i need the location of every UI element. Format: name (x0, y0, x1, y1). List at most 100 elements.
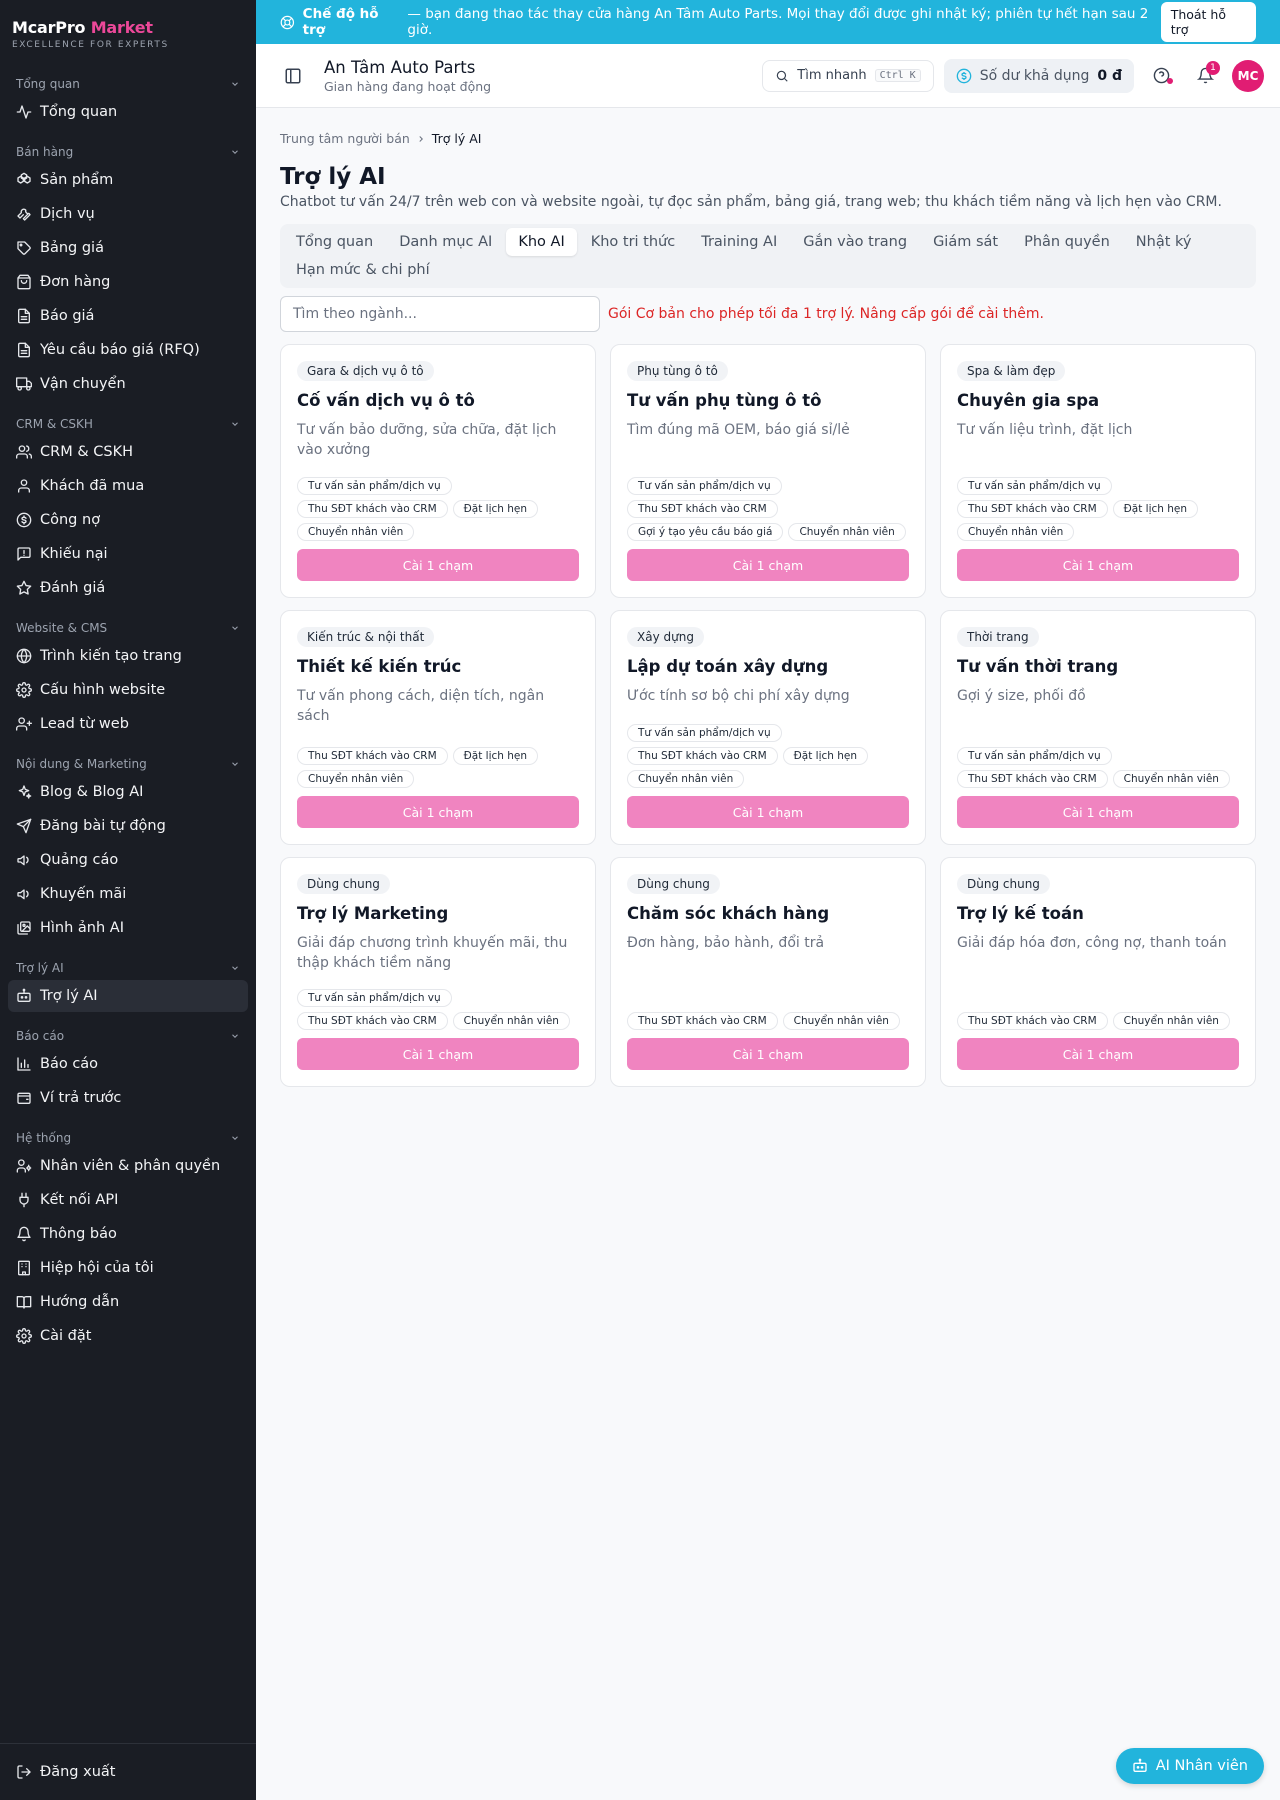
install-button[interactable]: Cài 1 chạm (627, 1038, 909, 1070)
sidebar-item[interactable]: Cấu hình website (8, 674, 248, 706)
sidebar-item[interactable]: Đơn hàng (8, 266, 248, 298)
sidebar-item[interactable]: Hiệp hội của tôi (8, 1252, 248, 1284)
users-icon (16, 445, 32, 459)
tab[interactable]: Hạn mức & chi phí (284, 256, 442, 284)
feature-chip: Chuyển nhân viên (297, 523, 415, 541)
nav-group-header[interactable]: Bán hàng (0, 142, 256, 162)
tab[interactable]: Gắn vào trang (791, 228, 919, 256)
globe-icon (16, 648, 32, 664)
balance-display[interactable]: Số dư khả dụng 0 đ (943, 58, 1134, 93)
sidebar-item[interactable]: Khuyến mãi (8, 878, 248, 910)
tab[interactable]: Phân quyền (1012, 228, 1122, 256)
install-button[interactable]: Cài 1 chạm (297, 796, 579, 828)
sidebar-item[interactable]: CRM & CSKH (8, 436, 248, 468)
quick-search-button[interactable]: Tìm nhanh Ctrl K (762, 59, 934, 92)
store-status: Gian hàng đang hoạt động (324, 78, 492, 94)
sidebar-item[interactable]: Thông báo (8, 1218, 248, 1250)
sidebar-item-label: Khiếu nại (40, 546, 108, 562)
sidebar-item-label: Trợ lý AI (40, 988, 98, 1004)
feature-chip: Đặt lịch hẹn (452, 747, 539, 765)
install-button[interactable]: Cài 1 chạm (297, 549, 579, 581)
sidebar-item[interactable]: Trình kiến tạo trang (8, 640, 248, 672)
brand-logo[interactable]: McarPro Market EXCELLENCE FOR EXPERTS (0, 0, 256, 60)
sidebar-item[interactable]: Đánh giá (8, 572, 248, 604)
sidebar-item[interactable]: Bảng giá (8, 232, 248, 264)
ai-template-grid: Gara & dịch vụ ô tô Cố vấn dịch vụ ô tô Tư… (280, 344, 1256, 1087)
tag-icon (17, 241, 31, 255)
install-button[interactable]: Cài 1 chạm (957, 1038, 1239, 1070)
ai-template-card: Thời trang Tư vấn thời trang Gợi ý size, p… (940, 610, 1256, 845)
nav-group-header[interactable]: CRM & CSKH (0, 414, 256, 434)
tab[interactable]: Kho AI (506, 228, 577, 256)
user-avatar[interactable]: MC (1232, 59, 1264, 92)
industry-search-input[interactable]: Tìm theo ngành... (280, 296, 600, 332)
sidebar-item[interactable]: Trợ lý AI (8, 980, 248, 1012)
star-icon (16, 580, 32, 595)
install-button[interactable]: Cài 1 chạm (627, 549, 909, 581)
sidebar-item[interactable]: Vận chuyển (8, 368, 248, 400)
ai-staff-button[interactable]: AI Nhân viên (1115, 1748, 1264, 1784)
sidebar-item[interactable]: Sản phẩm (8, 164, 248, 196)
sidebar-toggle-icon[interactable] (284, 67, 302, 85)
tab[interactable]: Danh mục AI (387, 228, 504, 256)
nav-group-header[interactable]: Website & CMS (0, 618, 256, 638)
feature-chip: Chuyển nhân viên (782, 1012, 900, 1030)
sidebar-item[interactable]: Nhân viên & phân quyền (8, 1150, 248, 1182)
sidebar-item[interactable]: Khiếu nại (8, 538, 248, 570)
nav-group-header[interactable]: Báo cáo (0, 1026, 256, 1046)
sidebar-item-label: Khuyến mãi (40, 886, 127, 902)
sidebar-item[interactable]: Dịch vụ (8, 198, 248, 230)
tab[interactable]: Kho tri thức (579, 228, 688, 256)
category-badge: Phụ tùng ô tô (627, 361, 728, 381)
nav-group-header[interactable]: Nội dung & Marketing (0, 754, 256, 774)
notifications-button[interactable]: 1 (1188, 59, 1222, 93)
help-button[interactable] (1144, 59, 1178, 93)
feature-chip: Đặt lịch hẹn (782, 747, 869, 765)
chevron-down-icon (232, 1136, 238, 1140)
nav-group-title: Báo cáo (16, 1029, 65, 1043)
feature-list: Tư vấn sản phẩm/dịch vụ Thu SĐT khách vào… (957, 747, 1239, 788)
balance-value: 0 đ (1097, 67, 1122, 84)
tab[interactable]: Giám sát (921, 228, 1010, 256)
install-button[interactable]: Cài 1 chạm (627, 796, 909, 828)
install-button[interactable]: Cài 1 chạm (297, 1038, 579, 1070)
sidebar-item[interactable]: Khách đã mua (8, 470, 248, 502)
card-description: Tư vấn liệu trình, đặt lịch (957, 422, 1133, 438)
ai-template-card: Dùng chung Trợ lý kế toán Giải đáp hóa đơn… (940, 857, 1256, 1087)
megaphone-icon (17, 889, 29, 900)
sidebar-item[interactable]: Tổng quan (8, 96, 248, 128)
nav-group-header[interactable]: Trợ lý AI (0, 958, 256, 978)
sidebar-item[interactable]: Báo giá (8, 300, 248, 332)
ai-template-card: Dùng chung Chăm sóc khách hàng Đơn hàng, b… (610, 857, 926, 1087)
search-icon (777, 70, 788, 82)
gear-icon (16, 682, 32, 698)
tab[interactable]: Nhật ký (1124, 228, 1204, 256)
feature-chip: Thu SĐT khách vào CRM (297, 1012, 448, 1030)
tab[interactable]: Training AI (689, 228, 789, 256)
shortcut-hint: Ctrl K (874, 69, 921, 82)
sidebar-item[interactable]: Quảng cáo (8, 844, 248, 876)
sidebar-item[interactable]: Ví trả trước (8, 1082, 248, 1114)
sidebar-item[interactable]: Hướng dẫn (8, 1286, 248, 1318)
sidebar-item[interactable]: Lead từ web (8, 708, 248, 740)
exit-support-button[interactable]: Thoát hỗ trợ (1160, 2, 1256, 42)
notification-count-badge: 1 (1206, 60, 1220, 75)
sidebar-item[interactable]: Yêu cầu báo giá (RFQ) (8, 334, 248, 366)
nav-group-header[interactable]: Hệ thống (0, 1128, 256, 1148)
sidebar-item[interactable]: Báo cáo (8, 1048, 248, 1080)
install-button[interactable]: Cài 1 chạm (957, 549, 1239, 581)
sidebar-item[interactable]: Đăng bài tự động (8, 810, 248, 842)
nav-group-header[interactable]: Tổng quan (0, 74, 256, 94)
breadcrumb-link[interactable]: Trung tâm người bán (280, 131, 410, 146)
card-title: Cố vấn dịch vụ ô tô (297, 391, 475, 410)
logout-button[interactable]: Đăng xuất (8, 1756, 248, 1788)
sidebar-item[interactable]: Cài đặt (8, 1320, 248, 1352)
sidebar-item[interactable]: Hình ảnh AI (8, 912, 248, 944)
tab[interactable]: Tổng quan (284, 228, 385, 256)
feature-chip: Đặt lịch hẹn (452, 500, 539, 518)
category-badge: Xây dựng (627, 627, 704, 647)
sidebar-item[interactable]: Blog & Blog AI (8, 776, 248, 808)
install-button[interactable]: Cài 1 chạm (957, 796, 1239, 828)
sidebar-item[interactable]: Kết nối API (8, 1184, 248, 1216)
sidebar-item[interactable]: Công nợ (8, 504, 248, 536)
